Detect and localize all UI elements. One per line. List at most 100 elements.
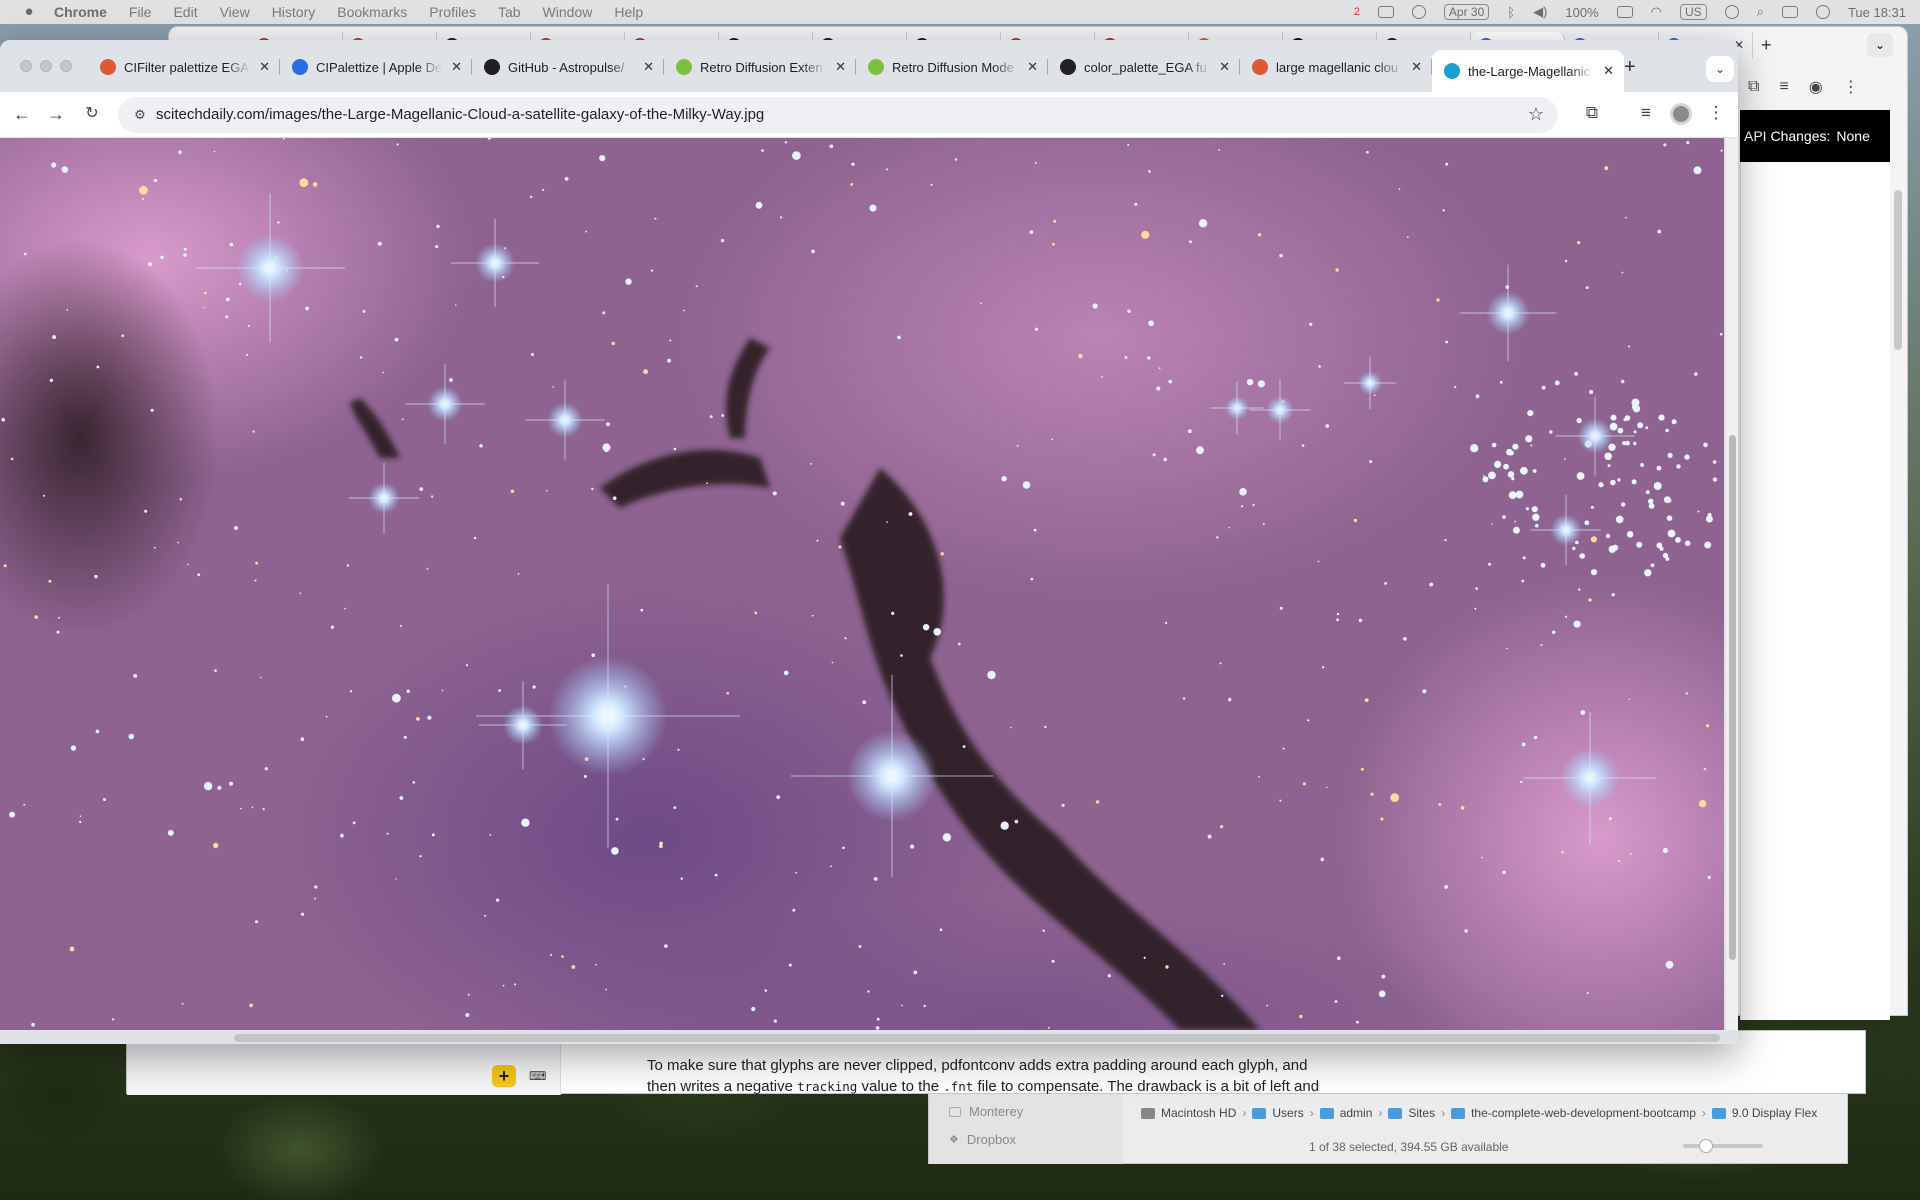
keyboard-icon[interactable]: ⌨ xyxy=(529,1069,546,1083)
star xyxy=(479,444,483,448)
star xyxy=(1053,219,1057,223)
apple-menu-icon[interactable]: ● xyxy=(20,3,38,21)
breadcrumb-item[interactable]: Users xyxy=(1272,1106,1303,1120)
menu-item-history[interactable]: History xyxy=(272,4,316,20)
spotlight-icon[interactable]: ⌕ xyxy=(1757,4,1764,20)
close-tab-icon[interactable]: ✕ xyxy=(1027,59,1038,75)
star xyxy=(612,496,617,501)
background-scrollbar[interactable] xyxy=(1894,190,1902,350)
close-tab-icon[interactable]: ✕ xyxy=(835,59,846,75)
horizontal-scrollbar[interactable] xyxy=(234,1034,1720,1042)
close-tab-icon[interactable]: ✕ xyxy=(259,59,270,75)
menu-item-help[interactable]: Help xyxy=(614,4,643,20)
star xyxy=(1488,471,1496,480)
forward-arrow-icon[interactable]: → xyxy=(44,102,68,126)
time-machine-icon[interactable] xyxy=(1724,5,1739,19)
bookmark-star-icon[interactable]: ☆ xyxy=(1528,104,1544,125)
battery-percent[interactable]: 100% xyxy=(1565,5,1598,20)
breadcrumb-item[interactable]: admin xyxy=(1340,1106,1373,1120)
minimize-window-button[interactable] xyxy=(40,60,52,72)
tab-2[interactable]: GitHub - Astropulse/ ✕ xyxy=(472,50,664,84)
control-center-icon[interactable] xyxy=(1781,6,1798,18)
tab-3[interactable]: Retro Diffusion Exten ✕ xyxy=(664,50,856,84)
menu-item-file[interactable]: File xyxy=(129,4,152,20)
close-tab-icon[interactable]: ✕ xyxy=(1603,63,1614,79)
menu-item-view[interactable]: View xyxy=(220,4,250,20)
menu-item-edit[interactable]: Edit xyxy=(173,4,197,20)
extensions-icon[interactable]: ⧉ xyxy=(1580,103,1604,123)
menu-item-profiles[interactable]: Profiles xyxy=(429,4,476,20)
star xyxy=(773,1019,777,1023)
tab-1[interactable]: CIPalettize | Apple Dev ✕ xyxy=(280,50,472,84)
star xyxy=(144,509,148,513)
star xyxy=(552,386,555,388)
media-controls-icon[interactable]: ≡ xyxy=(1634,103,1658,123)
breadcrumb-item[interactable]: Macintosh HD xyxy=(1161,1106,1236,1120)
tab-7[interactable]: the-Large-Magellanic ✕ xyxy=(1432,50,1624,92)
star xyxy=(1030,577,1034,581)
close-tab-icon[interactable]: ✕ xyxy=(1219,59,1230,75)
profile-icon[interactable]: ◉ xyxy=(1809,77,1823,97)
menu-item-window[interactable]: Window xyxy=(543,4,593,20)
add-button[interactable]: + xyxy=(492,1065,516,1087)
zoom-window-button[interactable] xyxy=(60,60,72,72)
breadcrumb-item[interactable]: 9.0 Display Flex xyxy=(1732,1106,1817,1120)
bluetooth-icon[interactable]: ᛒ xyxy=(1507,5,1515,20)
icon-size-slider[interactable] xyxy=(1683,1139,1763,1153)
menu-item-bookmarks[interactable]: Bookmarks xyxy=(337,4,407,20)
more-menu-icon[interactable]: ⋮ xyxy=(1704,103,1728,123)
reload-icon[interactable]: ↻ xyxy=(80,102,104,126)
vertical-scrollbar[interactable] xyxy=(1729,435,1736,960)
star xyxy=(901,1004,903,1007)
star xyxy=(517,573,520,575)
star xyxy=(299,178,309,188)
url-text[interactable]: scitechdaily.com/images/the-Large-Magell… xyxy=(156,106,764,123)
star xyxy=(987,670,996,680)
star xyxy=(795,871,798,874)
menu-item-tab[interactable]: Tab xyxy=(498,4,521,20)
wifi-icon[interactable]: ◠ xyxy=(1651,4,1662,20)
tab-4[interactable]: Retro Diffusion Mode ✕ xyxy=(856,50,1048,84)
tab-search-button[interactable]: ⌄ xyxy=(1706,56,1734,82)
star xyxy=(1530,444,1533,447)
tab-0[interactable]: CIFilter palettize EGA ✕ xyxy=(88,50,280,84)
tab-6[interactable]: large magellanic clou ✕ xyxy=(1240,50,1432,84)
chevron-down-icon[interactable]: ⌄ xyxy=(1867,33,1893,57)
menu-item-chrome[interactable]: Chrome xyxy=(54,4,107,20)
close-window-button[interactable] xyxy=(20,60,32,72)
breadcrumb-item[interactable]: Sites xyxy=(1408,1106,1435,1120)
close-tab-icon[interactable]: ✕ xyxy=(643,59,654,75)
media-icon[interactable]: ≡ xyxy=(1779,78,1788,96)
slider-knob[interactable] xyxy=(1699,1139,1713,1153)
battery-icon[interactable] xyxy=(1616,6,1633,18)
close-tab-icon[interactable]: ✕ xyxy=(451,59,462,75)
back-arrow-icon[interactable]: ← xyxy=(10,102,34,126)
notification-badge[interactable]: 2 xyxy=(1354,6,1360,18)
profile-avatar[interactable] xyxy=(1670,103,1692,125)
volume-icon[interactable]: ◀) xyxy=(1533,4,1547,20)
star xyxy=(43,494,45,497)
clock[interactable]: Tue 18:31 xyxy=(1848,5,1906,20)
address-bar[interactable]: ⚙ scitechdaily.com/images/the-Large-Mage… xyxy=(118,97,1558,133)
star xyxy=(1445,162,1449,166)
new-tab-button[interactable]: + xyxy=(1761,35,1772,56)
breadcrumb-item[interactable]: the-complete-web-development-bootcamp xyxy=(1471,1106,1696,1120)
siri-icon[interactable] xyxy=(1815,5,1830,19)
close-tab-icon[interactable]: ✕ xyxy=(1411,59,1422,75)
tab-5[interactable]: color_palette_EGA fu ✕ xyxy=(1048,50,1240,84)
sync-icon[interactable] xyxy=(1411,5,1426,19)
star xyxy=(403,735,407,739)
star xyxy=(1608,817,1612,821)
extensions-icon[interactable]: ⧉ xyxy=(1748,78,1759,96)
star xyxy=(682,309,685,312)
screen-icon[interactable] xyxy=(1377,6,1394,18)
sidebar-item-monterey[interactable]: Monterey xyxy=(949,1104,1023,1119)
input-source[interactable]: US xyxy=(1679,4,1707,20)
site-info-icon[interactable]: ⚙ xyxy=(132,107,148,123)
star xyxy=(1665,960,1674,969)
star xyxy=(1659,546,1664,551)
date-badge[interactable]: Apr 30 xyxy=(1443,4,1490,20)
new-tab-button[interactable]: + xyxy=(1624,56,1636,79)
sidebar-item-dropbox[interactable]: ❖ Dropbox xyxy=(949,1132,1016,1147)
more-icon[interactable]: ⋮ xyxy=(1843,77,1859,97)
